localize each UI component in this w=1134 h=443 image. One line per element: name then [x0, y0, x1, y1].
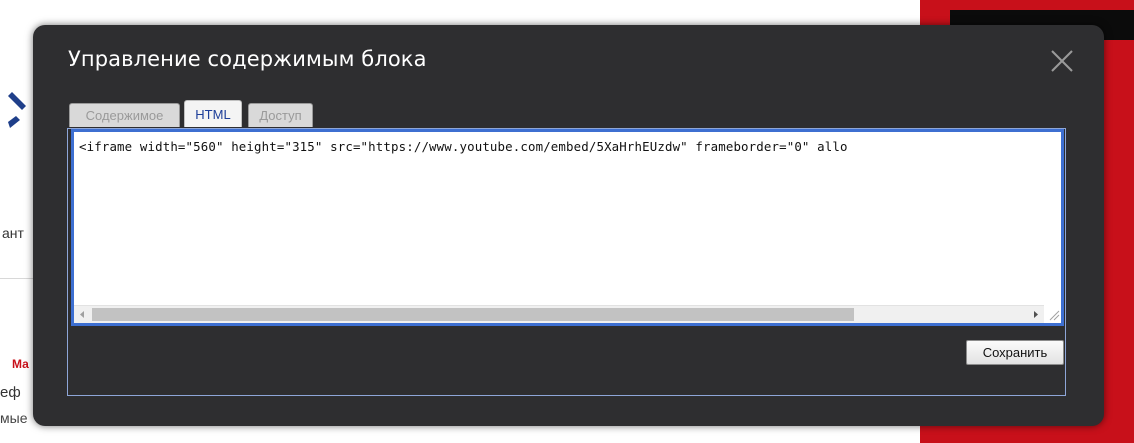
background-text: ант [2, 225, 24, 241]
resize-grip-icon[interactable] [1044, 305, 1061, 322]
html-editor-textarea[interactable]: <iframe width="560" height="315" src="ht… [71, 129, 1064, 326]
tab-access[interactable]: Доступ [248, 103, 313, 127]
scroll-right-arrow-icon[interactable] [1027, 306, 1044, 323]
scrollbar-thumb[interactable] [92, 308, 854, 321]
html-code-text: <iframe width="560" height="315" src="ht… [79, 139, 848, 154]
close-icon[interactable] [1049, 48, 1075, 74]
modal-title: Управление содержимым блока [68, 47, 427, 71]
background-text: еф [0, 384, 21, 401]
block-content-modal: Управление содержимым блока Содержимое H… [33, 25, 1104, 426]
tab-html[interactable]: HTML [184, 100, 242, 127]
logo-icon [8, 92, 26, 128]
save-button[interactable]: Сохранить [966, 340, 1064, 365]
background-divider [0, 278, 34, 279]
background-red-label: Ма [12, 357, 29, 371]
scroll-left-arrow-icon[interactable] [74, 306, 91, 323]
horizontal-scrollbar[interactable] [74, 305, 1044, 323]
tab-content[interactable]: Содержимое [69, 103, 180, 127]
